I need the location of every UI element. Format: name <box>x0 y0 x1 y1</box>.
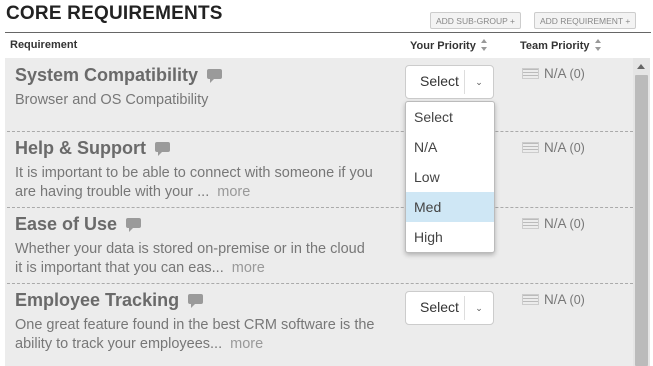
requirement-row-ease-of-use: Ease of Use Whether your data is stored … <box>5 208 633 284</box>
list-icon <box>522 68 539 79</box>
team-priority-value: N/A <box>544 66 566 81</box>
requirement-row-help-support: Help & Support It is important to be abl… <box>5 132 633 208</box>
requirement-description: Browser and OS Compatibility <box>15 91 410 110</box>
more-link[interactable]: more <box>217 184 250 200</box>
team-priority: N/A (0) <box>522 292 585 307</box>
sort-icon[interactable] <box>594 39 601 51</box>
more-link[interactable]: more <box>230 336 263 352</box>
requirement-title: System Compatibility <box>15 65 223 86</box>
priority-select-value: Select <box>420 299 459 315</box>
team-priority: N/A (0) <box>522 66 585 81</box>
requirement-title-text: Employee Tracking <box>15 290 180 310</box>
team-priority-value: N/A <box>544 140 566 155</box>
comment-icon[interactable] <box>188 294 204 308</box>
more-link[interactable]: more <box>232 260 265 276</box>
comment-icon[interactable] <box>207 69 223 83</box>
requirements-list: System Compatibility Browser and OS Comp… <box>5 58 633 366</box>
requirement-row-system-compatibility: System Compatibility Browser and OS Comp… <box>5 58 633 132</box>
team-priority-value: N/A <box>544 292 566 307</box>
team-priority-count: (0) <box>569 293 585 307</box>
priority-dropdown-menu: Select N/A Low Med High <box>405 101 495 253</box>
column-header-your-priority-label: Your Priority <box>410 40 476 52</box>
scrollbar-thumb[interactable] <box>635 75 648 366</box>
description-line: it is important that you can eas... <box>15 260 224 276</box>
team-priority: N/A (0) <box>522 140 585 155</box>
requirement-row-employee-tracking: Employee Tracking One great feature foun… <box>5 284 633 366</box>
comment-icon[interactable] <box>155 142 170 156</box>
scroll-up-arrow-icon[interactable] <box>637 64 645 69</box>
description-line: ability to track your employees... <box>15 336 223 352</box>
requirement-title: Help & Support <box>15 138 170 159</box>
column-header-your-priority[interactable]: Your Priority <box>410 39 487 52</box>
add-requirement-button[interactable]: ADD REQUIREMENT + <box>534 12 637 29</box>
priority-select[interactable]: Select ⌄ <box>405 65 494 99</box>
chevron-down-icon[interactable]: ⌄ <box>464 296 493 320</box>
dropdown-option-na[interactable]: N/A <box>406 132 494 162</box>
team-priority-count: (0) <box>569 67 585 81</box>
requirement-title: Employee Tracking <box>15 290 204 311</box>
requirement-description: Whether your data is stored on-premise o… <box>15 240 410 278</box>
requirement-description: One great feature found in the best CRM … <box>15 316 410 354</box>
description-line-with-more: it is important that you can eas... more <box>15 259 410 278</box>
requirement-description: It is important to be able to connect wi… <box>15 164 410 202</box>
team-priority-count: (0) <box>569 141 585 155</box>
comment-icon[interactable] <box>126 218 142 232</box>
requirement-title-text: System Compatibility <box>15 65 199 85</box>
dropdown-option-med[interactable]: Med <box>406 192 494 222</box>
header-divider <box>5 32 651 33</box>
requirement-title-text: Ease of Use <box>15 214 118 234</box>
column-header-requirement: Requirement <box>10 39 77 51</box>
add-subgroup-button[interactable]: ADD SUB-GROUP + <box>430 12 521 29</box>
team-priority-value: N/A <box>544 216 566 231</box>
list-icon <box>522 218 539 229</box>
description-line: It is important to be able to connect wi… <box>15 165 373 181</box>
priority-select-value: Select <box>420 73 459 89</box>
team-priority-count: (0) <box>569 217 585 231</box>
column-header-team-priority-label: Team Priority <box>520 40 590 52</box>
list-icon <box>522 142 539 153</box>
team-priority: N/A (0) <box>522 216 585 231</box>
sort-icon[interactable] <box>480 39 487 51</box>
chevron-down-icon[interactable]: ⌄ <box>464 70 493 94</box>
column-header-requirement-label: Requirement <box>10 39 78 51</box>
dropdown-option-select[interactable]: Select <box>406 102 494 132</box>
scrollbar[interactable] <box>633 58 650 366</box>
requirement-title-text: Help & Support <box>15 138 146 158</box>
requirement-title: Ease of Use <box>15 214 142 235</box>
description-line-with-more: are having trouble with your ... more <box>15 183 410 202</box>
description-line: Browser and OS Compatibility <box>15 92 209 108</box>
description-line-with-more: ability to track your employees... more <box>15 335 410 354</box>
description-line: are having trouble with your ... <box>15 184 210 200</box>
description-line: One great feature found in the best CRM … <box>15 317 375 333</box>
description-line: Whether your data is stored on-premise o… <box>15 241 365 257</box>
dropdown-option-low[interactable]: Low <box>406 162 494 192</box>
dropdown-option-high[interactable]: High <box>406 222 494 252</box>
list-icon <box>522 294 539 305</box>
page-title: CORE REQUIREMENTS <box>6 3 223 24</box>
priority-select[interactable]: Select ⌄ <box>405 291 494 325</box>
column-header-team-priority[interactable]: Team Priority <box>520 39 601 52</box>
